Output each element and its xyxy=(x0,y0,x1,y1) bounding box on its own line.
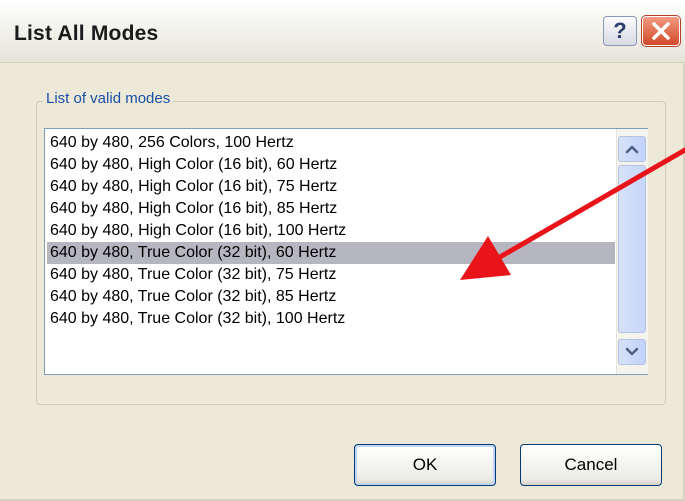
chevron-up-icon xyxy=(625,145,639,154)
chevron-down-icon xyxy=(625,347,639,356)
list-all-modes-dialog: List All Modes ? List of valid modes 640… xyxy=(0,0,685,501)
list-item[interactable]: 640 by 480, True Color (32 bit), 60 Hert… xyxy=(47,242,615,264)
list-item[interactable]: 640 by 480, High Color (16 bit), 75 Hert… xyxy=(47,176,615,198)
close-button[interactable] xyxy=(641,15,681,47)
vertical-scrollbar[interactable] xyxy=(616,129,648,374)
list-item[interactable]: 640 by 480, True Color (32 bit), 85 Hert… xyxy=(47,286,615,308)
ok-button[interactable]: OK xyxy=(354,444,496,486)
list-item[interactable]: 640 by 480, High Color (16 bit), 85 Hert… xyxy=(47,198,615,220)
cancel-button[interactable]: Cancel xyxy=(520,444,662,486)
window-title: List All Modes xyxy=(14,22,159,45)
scroll-up-button[interactable] xyxy=(618,136,646,162)
scroll-down-button[interactable] xyxy=(618,339,646,365)
modes-listbox[interactable]: 640 by 480, 256 Colors, 100 Hertz 640 by… xyxy=(44,128,648,375)
scroll-thumb[interactable] xyxy=(618,165,646,333)
list-item[interactable]: 640 by 480, High Color (16 bit), 100 Her… xyxy=(47,220,615,242)
title-bar[interactable]: List All Modes ? xyxy=(0,0,685,63)
list-item[interactable]: 640 by 480, High Color (16 bit), 60 Hert… xyxy=(47,154,615,176)
help-button[interactable]: ? xyxy=(603,16,637,46)
list-item[interactable]: 640 by 480, True Color (32 bit), 75 Hert… xyxy=(47,264,615,286)
help-icon: ? xyxy=(613,18,627,43)
list-item[interactable]: 640 by 480, 256 Colors, 100 Hertz xyxy=(47,132,615,154)
close-icon xyxy=(652,22,670,40)
list-item[interactable]: 640 by 480, True Color (32 bit), 100 Her… xyxy=(47,308,615,330)
groupbox-label: List of valid modes xyxy=(43,90,174,107)
